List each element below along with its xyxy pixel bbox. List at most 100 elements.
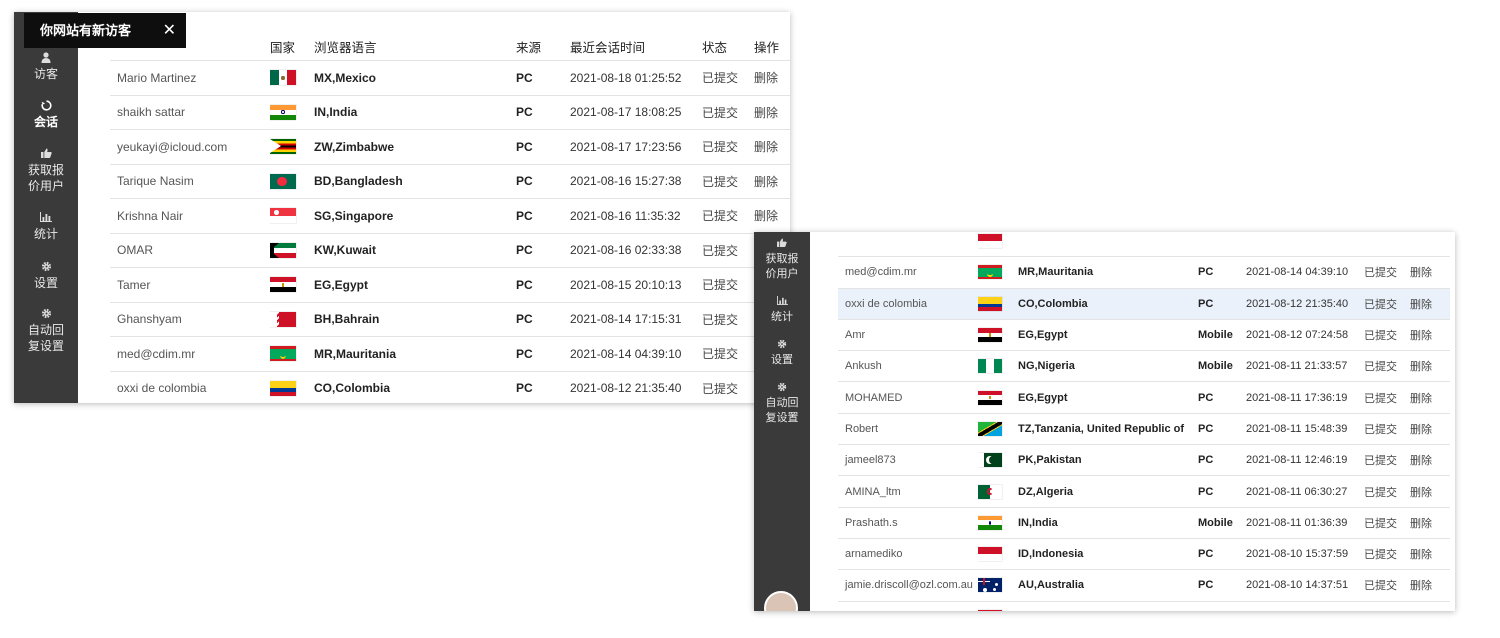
nav-item-visitors[interactable]: 访客 xyxy=(14,52,78,82)
delete-button[interactable]: 删除 xyxy=(1410,600,1450,611)
flag-cell xyxy=(978,256,1018,289)
country-language xyxy=(1018,232,1198,257)
delete-button[interactable]: 删除 xyxy=(754,163,790,199)
table-row[interactable]: med@cdim.mr MR,Mauritania PC 2021-08-14 04:… xyxy=(110,336,790,371)
flag-cell xyxy=(978,444,1018,476)
delete-button[interactable]: 删除 xyxy=(1410,475,1450,508)
nav-label-quote-users-2: 价用户 xyxy=(765,268,799,280)
table-row[interactable]: OMARKW,KuwaitPC2021-08-16 02:33:38已提交删除 xyxy=(110,232,790,268)
source: PC xyxy=(516,129,570,164)
nav-item-quote-users[interactable]: 获取报 价用户 xyxy=(14,148,78,194)
visitor-name: arnamediko xyxy=(838,537,978,570)
country-language: BH,Bahrain xyxy=(314,301,516,337)
status: 已提交 xyxy=(702,301,754,337)
nav-item-stats[interactable]: 统计 xyxy=(754,296,810,325)
table-row[interactable]: leo@cesco.co.id ID,IndonesiaPC2021-08-10 … xyxy=(838,600,1450,611)
country-flag-icon xyxy=(978,421,1002,436)
delete-button[interactable]: 删除 xyxy=(754,60,790,95)
delete-button[interactable]: 删除 xyxy=(1410,569,1450,602)
table-row[interactable]: oxxi de colombia CO,Colombia PC 2021-08-12 … xyxy=(838,287,1450,320)
delete-button[interactable]: 删除 xyxy=(1410,412,1450,445)
nav-label-stats: 统计 xyxy=(33,227,58,241)
table-row[interactable]: arnamediko ID,Indonesia PC 2021-08-10 15:37… xyxy=(838,537,1450,570)
delete-button[interactable]: 删除 xyxy=(1410,444,1450,476)
table-row[interactable]: Prashath.s IN,India Mobile 2021-08-11 01:36… xyxy=(838,506,1450,539)
table-row[interactable]: MOHAMED EG,Egypt PC 2021-08-11 17:36:19 已提交删… xyxy=(838,381,1450,414)
flag-cell xyxy=(978,350,1018,382)
country-flag-icon xyxy=(270,104,296,120)
delete-button[interactable]: 删除 xyxy=(754,198,790,233)
table-row[interactable]: shaikh sattar IN,India PC 2021-08-17 18:08:… xyxy=(110,94,790,130)
table-row[interactable]: Krishna Nair SG,Singapore PC 2021-08-16 11:… xyxy=(110,198,790,233)
table-row[interactable]: Mario Martinez MX,Mexico PC 2021-08-18 01:2… xyxy=(110,60,790,95)
delete-button[interactable]: 删除 xyxy=(1410,318,1450,351)
table-row[interactable]: jameel873 PK,Pakistan PC 2021-08-11 12:46:1… xyxy=(838,444,1450,476)
table-row[interactable]: Robert TZ,Tanzania, United Republic of PC 2… xyxy=(838,412,1450,445)
source: PC xyxy=(516,301,570,337)
visitor-name: OMAR xyxy=(110,232,270,268)
column-header-last-session: 最近会话时间 xyxy=(570,40,646,55)
status: 已提交 xyxy=(702,129,754,164)
flag-cell xyxy=(270,267,314,302)
table-row[interactable]: yeukayi@icloud.com ZW,Zimbabwe PC 2021-08-1… xyxy=(110,129,790,164)
last-session-time: 2021-08-11 15:48:39 xyxy=(1246,412,1364,445)
last-session-time: 2021-08-11 01:36:39 xyxy=(1246,506,1364,539)
flag-cell xyxy=(978,537,1018,570)
last-session-time: 2021-08-14 17:15:31 xyxy=(570,301,702,337)
country-language: MX,Mexico xyxy=(314,60,516,95)
visitor-name: shaikh sattar xyxy=(110,94,270,130)
nav-item-settings[interactable]: 设置 xyxy=(754,339,810,368)
refresh-icon xyxy=(14,100,78,114)
nav-item-sessions[interactable]: 会话 xyxy=(14,100,78,130)
table-row[interactable]: AMINA_ltm DZ,Algeria PC 2021-08-11 06:30:27… xyxy=(838,475,1450,508)
delete-button[interactable]: 删除 xyxy=(1410,350,1450,382)
source: PC xyxy=(516,163,570,199)
last-session-time: 2021-08-17 18:08:25 xyxy=(570,94,702,130)
delete-button[interactable]: 删除 xyxy=(1410,506,1450,539)
last-session-time: 2021-08-14 04:39:10 xyxy=(1246,256,1364,289)
country-flag-icon xyxy=(978,578,1002,593)
country-flag-icon xyxy=(270,139,296,155)
last-session-time: 2021-08-11 06:30:27 xyxy=(1246,475,1364,508)
nav-item-stats[interactable]: 统计 xyxy=(14,212,78,242)
country-language: PK,Pakistan xyxy=(1018,444,1198,476)
status: 已提交 xyxy=(1364,287,1410,320)
status: 已提交 xyxy=(1364,350,1410,382)
table-row[interactable]: Amr EG,Egypt Mobile 2021-08-12 07:24:58 已提交删… xyxy=(838,318,1450,351)
flag-cell xyxy=(978,381,1018,414)
delete-button[interactable]: 删除 xyxy=(1410,537,1450,570)
flag-cell xyxy=(270,163,314,199)
country-flag-icon xyxy=(978,453,1002,468)
table-row[interactable]: jamie.driscoll@ozl.com.au AU,Australia PC 2… xyxy=(838,569,1450,602)
country-flag-icon xyxy=(978,296,1002,311)
nav-item-auto-reply[interactable]: 自动回 复设置 xyxy=(754,382,810,426)
source: PC xyxy=(516,198,570,233)
last-session-time: 2021-08-15 20:10:13 xyxy=(570,267,702,302)
status: 已提交 xyxy=(702,267,754,302)
delete-button[interactable]: 删除 xyxy=(1410,287,1450,320)
table-row[interactable] xyxy=(838,232,1450,257)
delete-button[interactable]: 删除 xyxy=(754,129,790,164)
nav-item-quote-users[interactable]: 获取报 价用户 xyxy=(754,238,810,282)
source: PC xyxy=(1198,444,1246,476)
nav-item-settings[interactable]: 设置 xyxy=(14,261,78,291)
table-row[interactable]: Tarique Nasim BD,Bangladesh PC 2021-08-16 1… xyxy=(110,163,790,199)
last-session-time: 2021-08-10 15:37:59 xyxy=(1246,537,1364,570)
toast-message: 你网站有新访客 xyxy=(40,23,132,38)
delete-button[interactable]: 删除 xyxy=(1410,381,1450,414)
avatar[interactable] xyxy=(764,591,798,611)
table-row[interactable]: Ghanshyam BH,Bahrain PC 2021-08-14 17:15:31… xyxy=(110,301,790,337)
delete-button[interactable]: 删除 xyxy=(1410,256,1450,289)
column-header-status: 状态 xyxy=(702,40,728,55)
nav-label-auto-reply-1: 自动回 xyxy=(765,397,799,409)
delete-button[interactable] xyxy=(1410,232,1450,257)
nav-item-auto-reply[interactable]: 自动回 复设置 xyxy=(14,308,78,354)
table-row[interactable]: Ankush NG,Nigeria Mobile 2021-08-11 21:33:5… xyxy=(838,350,1450,382)
nav-label-settings: 设置 xyxy=(771,354,793,366)
table-row[interactable]: TamerEG,EgyptPC2021-08-15 20:10:13已提交删除 xyxy=(110,267,790,302)
delete-button[interactable]: 删除 xyxy=(754,94,790,130)
table-row[interactable]: oxxi de colombia CO,Colombia PC 2021-08-12 … xyxy=(110,370,790,403)
table-row[interactable]: med@cdim.mr MR,Mauritania PC 2021-08-14 04:… xyxy=(838,256,1450,289)
close-icon[interactable]: ✕ xyxy=(163,13,176,48)
country-language: BD,Bangladesh xyxy=(314,163,516,199)
